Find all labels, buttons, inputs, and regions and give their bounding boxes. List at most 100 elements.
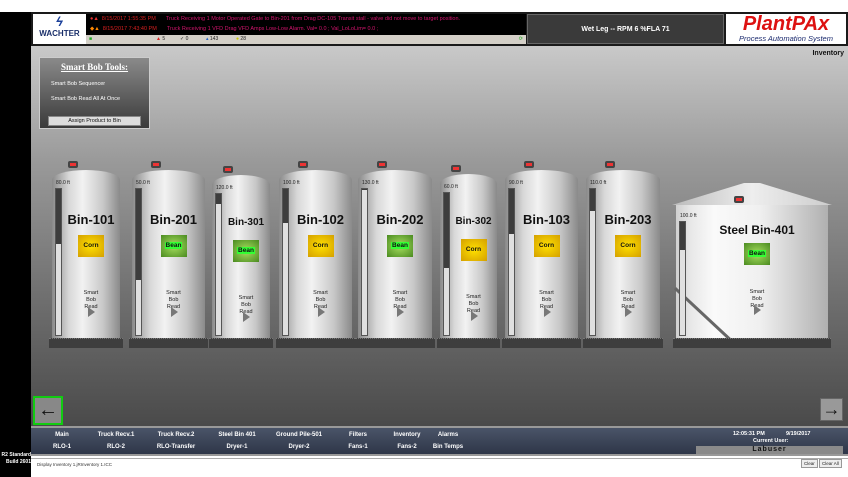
smart-bob-sequencer-link[interactable]: Smart Bob Sequencer (51, 81, 149, 87)
nav-ground-pile-501[interactable]: Ground Pile-501 (276, 432, 322, 438)
assign-product-button[interactable]: Assign Product to Bin (48, 116, 141, 126)
level-fill (509, 234, 514, 335)
play-icon[interactable] (625, 307, 632, 317)
back-button[interactable]: ← (33, 396, 63, 425)
alarm-row[interactable]: ◆▲ 8/15/2017 7:43:40 PM Truck Receiving 1 … (86, 24, 526, 34)
nav-dryer-1[interactable]: Dryer-1 (226, 444, 247, 450)
bin-name: Bin-201 (150, 212, 197, 227)
product-badge[interactable]: Bean (160, 235, 187, 257)
level-fill (590, 210, 595, 335)
product-badge[interactable]: Bean (387, 235, 413, 257)
nav-rlo-2[interactable]: RLO-2 (107, 444, 125, 450)
bin-base (437, 338, 500, 348)
shelved-count[interactable]: ▴ 143 (206, 35, 218, 44)
bin-base (209, 338, 273, 348)
nav-inventory[interactable]: Inventory (393, 432, 420, 438)
product-badge[interactable]: Corn (307, 235, 334, 257)
alarm-message: Truck Receiving 1 VFD Drag VFD Amps Low-… (166, 26, 379, 32)
edition-label: R2 Standard (1, 452, 31, 458)
brand-sub: Process Automation System (739, 34, 833, 43)
alarm-bell-icon: ◆▲ (90, 26, 100, 32)
play-icon[interactable] (397, 307, 404, 317)
alarm-row[interactable]: ●▲ 8/15/2017 1:55:35 PM Truck Receiving 1 … (86, 14, 526, 24)
level-gauge (282, 188, 289, 336)
sensor-icon[interactable] (450, 165, 461, 172)
bin-base (49, 338, 123, 348)
sensor-icon[interactable] (377, 161, 387, 168)
status-text: Display Inventory 1.jRInventory 1.ICC (37, 462, 113, 467)
alarm-datetime: 8/15/2017 7:43:40 PM (102, 26, 157, 32)
page-title: Inventory (812, 50, 844, 57)
clock-time: 12:05:31 PM (733, 431, 765, 437)
plantpax-logo: PlantPAx Process Automation System (726, 14, 846, 44)
nav-filters[interactable]: Filters (349, 432, 367, 438)
bin-name: Bin-301 (227, 217, 265, 228)
bin-height-label: 60.0 ft (444, 184, 458, 190)
forward-button[interactable]: → (820, 398, 843, 421)
bin-bin-201: 50.0 ft Bin-201 Bean Smart Bob Read (129, 161, 208, 348)
nav-fans-2[interactable]: Fans-2 (397, 444, 416, 450)
play-icon[interactable] (470, 311, 478, 321)
current-user-label: Current User: (753, 438, 789, 444)
ack-count[interactable]: ✓ 0 (180, 35, 188, 44)
play-icon[interactable] (88, 307, 95, 317)
play-icon[interactable] (317, 307, 325, 317)
level-fill (680, 250, 685, 335)
alarm-display-icon[interactable]: ■ (89, 35, 92, 44)
level-gauge (508, 188, 515, 336)
sensor-icon[interactable] (297, 161, 308, 168)
play-icon[interactable] (170, 307, 178, 317)
nav-bin-temps[interactable]: Bin Temps (433, 444, 463, 450)
alarm-datetime: 8/15/2017 1:55:35 PM (101, 16, 156, 22)
sensor-icon[interactable] (68, 161, 78, 168)
nav-rlo-1[interactable]: RLO-1 (53, 444, 71, 450)
wachter-logo: ϟ WACHTER (33, 14, 86, 44)
bin-base (502, 338, 581, 348)
product-label: Corn (465, 246, 482, 253)
nav-truck-recv-2[interactable]: Truck Recv.2 (158, 432, 195, 438)
sensor-icon[interactable] (734, 196, 744, 203)
nav-rlo-transfer[interactable]: RLO-Transfer (157, 444, 195, 450)
bin-height-label: 110.0 ft (590, 180, 607, 186)
product-badge[interactable]: Bean (233, 240, 259, 262)
bin-height-label: 120.0 ft (216, 185, 233, 191)
bin-bin-102: 100.0 ft Bin-102 Corn Smart Bob Read (276, 161, 355, 348)
level-fill (56, 244, 61, 335)
bin-name: Steel Bin-401 (719, 223, 795, 237)
smart-bob-tools-panel: Smart Bob Tools: Smart Bob Sequencer Sma… (39, 57, 150, 129)
nav-steel-bin-401[interactable]: Steel Bin 401 (218, 432, 255, 438)
product-badge[interactable]: Corn (460, 239, 487, 261)
bin-height-label: 90.0 ft (509, 180, 523, 186)
level-gauge (215, 193, 222, 336)
nav-fans-1[interactable]: Fans-1 (348, 444, 367, 450)
smart-bob-read-all-link[interactable]: Smart Bob Read All At Once (51, 96, 149, 102)
nav-main[interactable]: Main (55, 432, 69, 438)
level-fill (136, 279, 141, 335)
bin-base (355, 338, 435, 348)
nav-truck-recv-1[interactable]: Truck Recv.1 (98, 432, 135, 438)
product-badge[interactable]: Corn (533, 235, 560, 257)
alarm-banner[interactable]: ●▲ 8/15/2017 1:55:35 PM Truck Receiving 1 … (86, 14, 526, 35)
active-alarm-count[interactable]: ▲ 5 (156, 35, 165, 44)
nav-alarms[interactable]: Alarms (438, 432, 458, 438)
play-icon[interactable] (243, 312, 250, 322)
bin-bin-301: 120.0 ft Bin-301 Bean Smart Bob Read (209, 166, 273, 348)
sensor-icon[interactable] (223, 166, 233, 173)
nav-dryer-2[interactable]: Dryer-2 (288, 444, 309, 450)
bin-name: Bin-103 (523, 212, 570, 227)
sensor-icon[interactable] (150, 161, 161, 168)
product-badge[interactable]: Bean (744, 243, 770, 265)
sensor-icon[interactable] (523, 161, 534, 168)
sensor-icon[interactable] (605, 161, 615, 168)
clear-all-button[interactable]: Clear All (819, 459, 842, 468)
level-fill (283, 222, 288, 335)
product-label: Corn (620, 242, 636, 249)
play-icon[interactable] (754, 305, 761, 315)
product-badge[interactable]: Corn (615, 235, 641, 257)
refresh-icon[interactable]: ⟳ (519, 35, 523, 44)
clear-button[interactable]: Clear (801, 459, 818, 468)
current-user: Labuser (696, 446, 843, 454)
suppressed-count[interactable]: ● 28 (236, 35, 246, 44)
product-badge[interactable]: Corn (78, 235, 104, 257)
play-icon[interactable] (543, 307, 551, 317)
